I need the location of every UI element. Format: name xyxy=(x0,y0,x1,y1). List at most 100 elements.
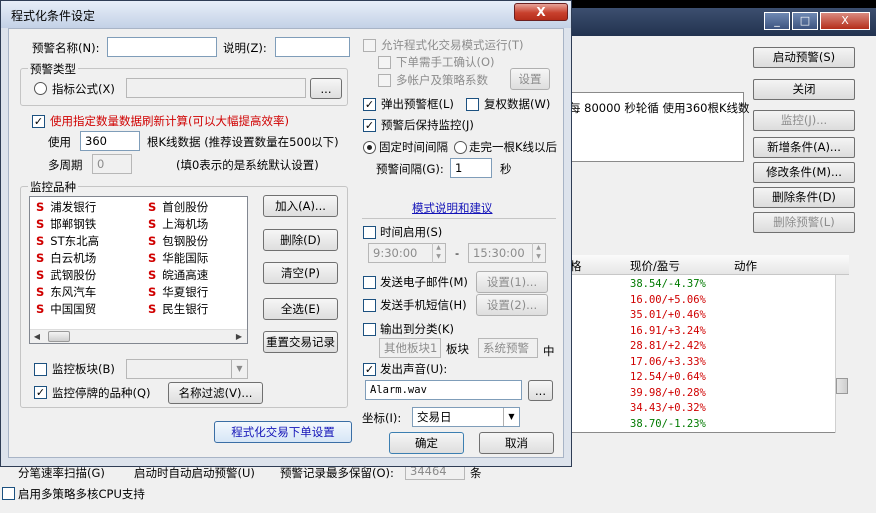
stock-list-item[interactable]: S 武钢股份 xyxy=(36,267,96,283)
monitor-sector-checkbox[interactable] xyxy=(34,363,47,376)
stock-type-marker: S xyxy=(148,217,157,231)
send-email-checkbox[interactable] xyxy=(363,276,376,289)
stock-list-item[interactable]: S 皖通高速 xyxy=(148,267,208,283)
select-all-button[interactable]: 全选(E) xyxy=(263,298,338,320)
refresh-checkbox[interactable]: ✓ xyxy=(32,115,45,128)
bar-count-input[interactable]: 360 xyxy=(80,131,140,151)
scroll-left-icon[interactable]: ◀ xyxy=(31,331,43,343)
stock-list-item[interactable]: S 上海机场 xyxy=(148,216,208,232)
output-sector-suffix: 板块 xyxy=(446,342,469,356)
table-scrollbar[interactable] xyxy=(835,275,849,433)
stock-name: 中国国贸 xyxy=(50,302,97,316)
cancel-button[interactable]: 取消 xyxy=(479,432,554,454)
keep-monitor-checkbox[interactable]: ✓ xyxy=(363,119,376,132)
play-sound-checkbox[interactable]: ✓ xyxy=(363,363,376,376)
multi-account-checkbox[interactable] xyxy=(378,74,391,87)
time-enable-label: 时间启用(S) xyxy=(380,225,443,239)
stock-name: 东风汽车 xyxy=(50,285,97,299)
sms-settings-button[interactable]: 设置(2)... xyxy=(476,294,548,316)
email-settings-button[interactable]: 设置(1)... xyxy=(476,271,548,293)
time-end-spinner[interactable]: ▲ ▼ xyxy=(532,243,544,263)
alert-type-group-title: 预警类型 xyxy=(28,61,78,77)
close-button[interactable]: 关闭 xyxy=(753,79,855,100)
reset-trade-records-button[interactable]: 重置交易记录 xyxy=(263,331,338,353)
stock-list-item[interactable]: S 浦发银行 xyxy=(36,199,96,215)
mode-help-link[interactable]: 模式说明和建议 xyxy=(412,200,493,216)
stock-list-item[interactable]: S 邯郸钢铁 xyxy=(36,216,96,232)
delete-stock-button[interactable]: 删除(D) xyxy=(263,229,338,251)
ok-button[interactable]: 确定 xyxy=(389,432,464,454)
multi-period-input[interactable]: 0 xyxy=(92,154,132,174)
stock-list-item[interactable]: S 华夏银行 xyxy=(148,284,208,300)
dialog-close-icon[interactable]: X xyxy=(514,3,568,21)
scroll-right-icon[interactable]: ▶ xyxy=(233,331,245,343)
sound-file-input[interactable]: Alarm.wav xyxy=(365,380,522,400)
stock-list-item[interactable]: S 包钢股份 xyxy=(148,233,208,249)
stock-list-item[interactable]: S 中国国贸 xyxy=(36,301,96,317)
alert-name-input[interactable] xyxy=(107,37,217,57)
manual-confirm-checkbox[interactable] xyxy=(378,56,391,69)
formula-browse-button[interactable]: ... xyxy=(310,78,342,99)
delete-condition-button[interactable]: 删除条件(D) xyxy=(753,187,855,208)
send-sms-label: 发送手机短信(H) xyxy=(380,298,467,312)
send-email-label: 发送电子邮件(M) xyxy=(380,275,468,289)
allow-trade-mode-checkbox[interactable] xyxy=(363,39,376,52)
stock-list-hscrollbar[interactable]: ◀ ▶ xyxy=(30,329,247,343)
output-category-checkbox[interactable] xyxy=(363,323,376,336)
trade-settings-button[interactable]: 设置 xyxy=(510,68,550,90)
close-icon[interactable]: X xyxy=(820,12,870,30)
sound-browse-button[interactable]: ... xyxy=(528,380,553,401)
monitor-suspended-checkbox[interactable]: ✓ xyxy=(34,386,47,399)
column-header-action: 动作 xyxy=(734,259,757,273)
formula-input[interactable] xyxy=(126,78,306,98)
delete-alert-button[interactable]: 删除预警(L) xyxy=(753,212,855,233)
minimize-icon[interactable]: _ xyxy=(764,12,790,30)
stock-list-item[interactable]: S ST东北高 xyxy=(36,233,99,249)
stock-list-item[interactable]: S 首创股份 xyxy=(148,199,208,215)
time-start-spinner[interactable]: ▲ ▼ xyxy=(432,243,444,263)
stock-type-marker: S xyxy=(148,200,157,214)
stock-list-item[interactable]: S 民生银行 xyxy=(148,301,208,317)
multi-account-label: 多帐户及策略系数 xyxy=(396,73,488,87)
chevron-down-icon[interactable]: ▼ xyxy=(231,360,247,378)
stock-name: 皖通高速 xyxy=(162,268,209,282)
stock-list-item[interactable]: S 东风汽车 xyxy=(36,284,96,300)
divider xyxy=(362,218,556,219)
stock-name: 华夏银行 xyxy=(162,285,209,299)
table-row-price: 16.91/+3.24% xyxy=(630,324,706,337)
stock-list-item[interactable]: S 华能国际 xyxy=(148,250,208,266)
clear-stocks-button[interactable]: 清空(P) xyxy=(263,262,338,284)
stock-type-marker: S xyxy=(148,302,157,316)
edit-condition-button[interactable]: 修改条件(M)... xyxy=(753,162,855,183)
chevron-down-icon[interactable]: ▼ xyxy=(503,408,519,426)
multi-core-checkbox[interactable] xyxy=(2,487,15,500)
add-stock-button[interactable]: 加入(A)... xyxy=(263,195,338,217)
stock-list[interactable]: S 浦发银行 S 首创股份 S 邯郸钢铁 S 上海机场 S ST东北高 S 包钢股份 S 白云机场 S 华能国… xyxy=(29,196,248,344)
interval-input[interactable]: 1 xyxy=(450,158,492,178)
order-settings-button[interactable]: 程式化交易下单设置 xyxy=(214,421,352,443)
table-row-price: 38.54/-4.37% xyxy=(630,278,706,290)
coord-label: 坐标(I): xyxy=(362,411,402,425)
monitor-sector-select[interactable] xyxy=(126,359,248,379)
stock-type-marker: S xyxy=(36,200,45,214)
table-row-price: 35.01/+0.46% xyxy=(630,309,706,321)
stock-type-marker: S xyxy=(148,251,157,265)
stock-list-item[interactable]: S 白云机场 xyxy=(36,250,96,266)
monitor-button[interactable]: 监控(J)... xyxy=(753,110,855,131)
name-filter-button[interactable]: 名称过滤(V)... xyxy=(168,382,263,404)
start-alert-button[interactable]: 启动预警(S) xyxy=(753,47,855,68)
after-bar-radio[interactable] xyxy=(454,141,467,154)
rights-data-checkbox[interactable] xyxy=(466,98,479,111)
fixed-interval-radio[interactable] xyxy=(363,141,376,154)
send-sms-checkbox[interactable] xyxy=(363,299,376,312)
formula-radio[interactable] xyxy=(34,82,47,95)
output-sector-input[interactable]: 其他板块1 xyxy=(379,338,441,358)
popup-alert-checkbox[interactable]: ✓ xyxy=(363,98,376,111)
maximize-icon[interactable]: □ xyxy=(792,12,818,30)
table-scrollbar-thumb[interactable] xyxy=(836,378,848,394)
output-system-input[interactable]: 系统预警 xyxy=(478,338,538,358)
stock-list-scroll-thumb[interactable] xyxy=(48,331,70,342)
time-enable-checkbox[interactable] xyxy=(363,226,376,239)
description-input[interactable] xyxy=(275,37,350,57)
add-condition-button[interactable]: 新增条件(A)... xyxy=(753,137,855,158)
